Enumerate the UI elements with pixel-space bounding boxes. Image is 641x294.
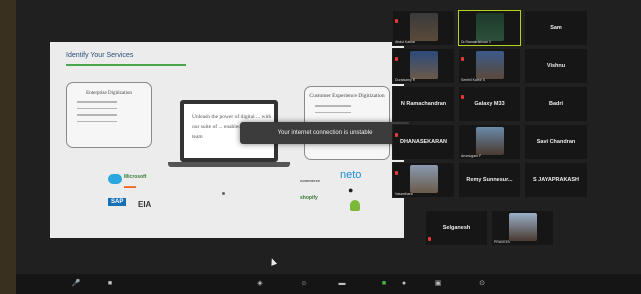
connection-warning-toast: Your internet connection is unstable: [240, 122, 410, 144]
participant-name: Galaxy M33: [474, 101, 505, 107]
muted-mic-icon: [395, 133, 398, 137]
participant-tile[interactable]: PRAVEEN: [491, 210, 554, 246]
chat-icon[interactable]: ▬: [334, 277, 350, 291]
participant-label: Senthil Kathir S: [461, 78, 486, 82]
muted-mic-icon: [395, 57, 398, 61]
muted-mic-icon: [395, 171, 398, 175]
participant-tile-active[interactable]: Dr.Ramakrishnan V: [458, 10, 521, 46]
salesforce-logo: [108, 174, 122, 184]
participant-name: Selganesh: [442, 225, 471, 231]
participant-label: PRAVEEN: [494, 240, 511, 244]
participant-tile[interactable]: Sam: [524, 10, 588, 46]
participant-name: Badri: [548, 101, 564, 107]
participant-label: Vasanthara: [395, 192, 413, 196]
mic-icon[interactable]: 🎤: [68, 277, 84, 291]
participant-tile[interactable]: Abdul Kathar: [392, 10, 455, 46]
participant-tile[interactable]: N Ramachandran: [392, 86, 455, 122]
participant-video: [476, 51, 504, 79]
participant-tile[interactable]: S JAYAPRAKASH: [524, 162, 588, 198]
video-icon[interactable]: ■: [102, 277, 118, 291]
commerce-logo: commerce: [300, 178, 321, 183]
muted-mic-icon: [461, 57, 464, 61]
participant-tile[interactable]: Remy Sunnesur...: [458, 162, 521, 198]
android-icon: [350, 200, 360, 211]
participant-tile[interactable]: Badri: [524, 86, 588, 122]
enterprise-digitization-title: Enterprise Digitization: [86, 91, 132, 96]
participants-icon[interactable]: ☺: [296, 277, 312, 291]
participant-video: [410, 165, 438, 193]
participant-tile[interactable]: Senthil Kathir S: [458, 48, 521, 84]
bullet-line: [77, 107, 117, 109]
participant-name: N Ramachandran: [400, 101, 447, 107]
participant-name: Sam: [550, 25, 562, 31]
laptop-base: [168, 162, 290, 167]
participant-label: Arumugam P: [461, 154, 482, 158]
participant-label: Abdul Kathar: [395, 40, 416, 44]
bullet-line: [77, 114, 117, 116]
bullet-line: [315, 111, 351, 113]
participant-tile[interactable]: Selganesh: [425, 210, 488, 246]
enterprise-digitization-box: Enterprise Digitization: [66, 82, 152, 148]
participant-name: Remy Sunnesur...: [466, 177, 513, 183]
participant-tile[interactable]: DHANASEKARAN: [392, 124, 455, 160]
record-icon[interactable]: ●: [396, 277, 412, 291]
muted-mic-icon: [395, 19, 398, 23]
bullet-line: [77, 120, 117, 122]
reactions-icon[interactable]: ▣: [430, 277, 446, 291]
microsoft-logo: Microsoft: [124, 174, 147, 180]
meeting-window: Identify Your Services Enterprise Digiti…: [16, 0, 641, 294]
meeting-control-bar: 🎤 ■ ◈ ☺ ▬ ■ ● ▣ ⊙: [16, 274, 641, 294]
apple-icon: ●: [348, 185, 354, 195]
bullet-line: [315, 105, 351, 107]
participant-video: [476, 127, 504, 155]
shopify-logo: shopify: [300, 195, 318, 201]
participant-video: [509, 213, 537, 241]
participant-name: DHANASEKARAN: [399, 139, 448, 145]
bullet-line: [77, 101, 117, 103]
customer-experience-title: Customer Experience Digitization: [309, 93, 385, 99]
eia-logo: EIA: [138, 200, 152, 209]
shield-icon[interactable]: ◈: [252, 277, 268, 291]
participant-name: Vishnu: [546, 63, 566, 69]
sap-logo: SAP: [108, 198, 127, 206]
more-icon[interactable]: ⊙: [474, 277, 490, 291]
participant-label: Duraisamy R: [395, 78, 416, 82]
participant-name: S JAYAPRAKASH: [532, 177, 580, 183]
share-screen-icon[interactable]: ■: [376, 277, 392, 291]
participant-video: [410, 51, 438, 79]
slide-dot: [222, 192, 225, 195]
participant-name: Savi Chandran: [536, 139, 576, 145]
muted-mic-icon: [428, 237, 431, 241]
mouse-cursor: [268, 257, 278, 266]
participant-label: Dr.Ramakrishnan V: [461, 40, 492, 44]
participant-tile[interactable]: Vishnu: [524, 48, 588, 84]
connection-warning-text: Your internet connection is unstable: [277, 130, 373, 136]
participant-tile[interactable]: Duraisamy R: [392, 48, 455, 84]
slide-title: Identify Your Services: [66, 52, 134, 59]
participant-tile[interactable]: Galaxy M33: [458, 86, 521, 122]
slide-title-underline: [66, 64, 186, 66]
muted-mic-icon: [461, 95, 464, 99]
partner-logo: ▬▬: [124, 184, 136, 190]
participant-tile[interactable]: Vasanthara: [392, 162, 455, 198]
participant-video: [410, 13, 438, 41]
participant-video: [476, 13, 504, 41]
participant-tile[interactable]: Arumugam P: [458, 124, 521, 160]
monitor-bezel: [0, 0, 16, 294]
participant-tile[interactable]: Savi Chandran: [524, 124, 588, 160]
neto-logo: neto: [340, 169, 362, 181]
